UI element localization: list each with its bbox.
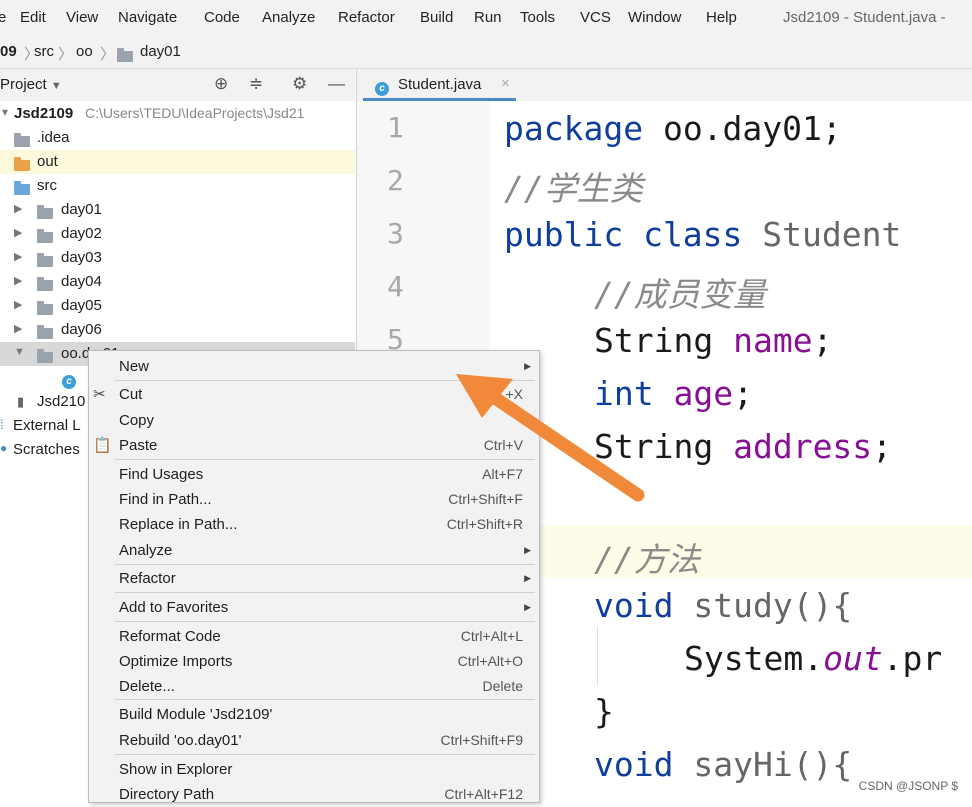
watermark: CSDN @JSONP $: [858, 779, 958, 793]
annotation-arrow: [456, 374, 645, 502]
arrow-shaft: [488, 391, 645, 502]
